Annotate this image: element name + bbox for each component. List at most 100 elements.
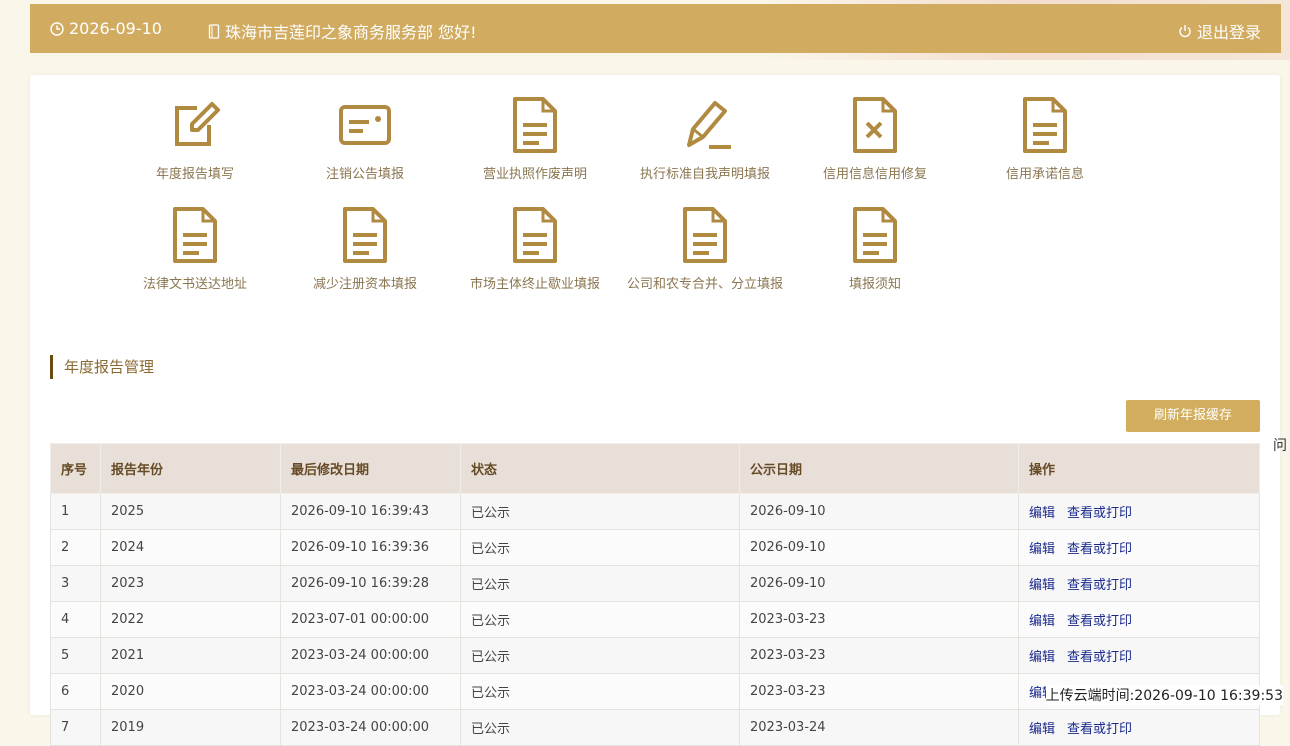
- document-icon: [110, 205, 280, 265]
- col-header: 公示日期: [739, 443, 1019, 494]
- clock-icon: [50, 21, 64, 36]
- quick-entry-10[interactable]: 公司和农专合并、分立填报: [620, 205, 790, 292]
- view-print-link[interactable]: 查看或打印: [1067, 614, 1132, 629]
- table-cell: 已公示: [460, 709, 740, 746]
- table-cell: 3: [50, 565, 101, 602]
- table-cell: 2022: [100, 601, 281, 638]
- view-print-link[interactable]: 查看或打印: [1067, 542, 1132, 557]
- table-cell: 2021: [100, 637, 281, 674]
- action-cell: 编辑查看或打印: [1018, 601, 1260, 638]
- quick-entry-4[interactable]: 执行标准自我声明填报: [620, 95, 790, 182]
- table-cell: 2: [50, 529, 101, 566]
- col-header: 状态: [460, 443, 740, 494]
- table-cell: 2023-03-24 00:00:00: [280, 709, 461, 746]
- section-title: 年度报告管理: [50, 355, 154, 379]
- quick-entry-label: 营业执照作废声明: [482, 167, 587, 182]
- quick-entry-6[interactable]: 信用承诺信息: [960, 95, 1130, 182]
- table-row: 4 2022 2023-07-01 00:00:00 已公示 2023-03-23 编辑查…: [50, 601, 1260, 638]
- document-icon: [960, 95, 1130, 155]
- edit-link[interactable]: 编辑: [1029, 542, 1055, 557]
- table-cell: 已公示: [460, 637, 740, 674]
- view-print-link[interactable]: 查看或打印: [1067, 506, 1132, 521]
- document-icon: [790, 205, 960, 265]
- logout-button[interactable]: 退出登录: [1178, 19, 1261, 43]
- table-cell: 2026-09-10 16:39:43: [280, 493, 461, 530]
- table-cell: 已公示: [460, 493, 740, 530]
- table-cell: 1: [50, 493, 101, 530]
- quick-entry-11[interactable]: 填报须知: [790, 205, 960, 292]
- view-print-link[interactable]: 查看或打印: [1067, 650, 1132, 665]
- quick-entry-9[interactable]: 市场主体终止歇业填报: [450, 205, 620, 292]
- logout-label: 退出登录: [1196, 23, 1261, 42]
- quick-entry-3[interactable]: 营业执照作废声明: [450, 95, 620, 182]
- table-header-row: 序号 报告年份 最后修改日期 状态 公示日期 操作: [50, 443, 1260, 494]
- edit-link[interactable]: 编辑: [1029, 614, 1055, 629]
- action-cell: 编辑查看或打印: [1018, 709, 1260, 746]
- current-date: 2026-09-10: [50, 19, 162, 38]
- view-print-link[interactable]: 查看或打印: [1067, 722, 1132, 737]
- table-cell: 2026-09-10 16:39:28: [280, 565, 461, 602]
- table-cell: 6: [50, 673, 101, 710]
- document-icon: [620, 205, 790, 265]
- col-header: 序号: [50, 443, 101, 494]
- stray-char: 问: [1273, 438, 1287, 454]
- document-icon: [450, 95, 620, 155]
- pencil-icon: [620, 95, 790, 155]
- quick-entry-label: 注销公告填报: [325, 167, 404, 182]
- table-cell: 2023-03-23: [739, 637, 1019, 674]
- power-icon: [1179, 25, 1191, 38]
- table-cell: 已公示: [460, 529, 740, 566]
- quick-entry-label: 信用信息信用修复: [822, 167, 927, 182]
- phone-icon: [208, 23, 220, 39]
- action-cell: 编辑查看或打印: [1018, 637, 1260, 674]
- col-header: 报告年份: [100, 443, 281, 494]
- table-cell: 2023-03-23: [739, 601, 1019, 638]
- table-cell: 2023-03-24 00:00:00: [280, 673, 461, 710]
- table-cell: 已公示: [460, 601, 740, 638]
- edit-icon: [110, 95, 280, 155]
- table-row: 7 2019 2023-03-24 00:00:00 已公示 2023-03-24 编辑查…: [50, 709, 1260, 746]
- quick-entry-2[interactable]: 注销公告填报: [280, 95, 450, 182]
- col-header: 最后修改日期: [280, 443, 461, 494]
- table-cell: 4: [50, 601, 101, 638]
- action-cell: 编辑查看或打印: [1018, 493, 1260, 530]
- table-cell: 7: [50, 709, 101, 746]
- table-cell: 2023-07-01 00:00:00: [280, 601, 461, 638]
- quick-entry-label: 信用承诺信息: [1005, 167, 1084, 182]
- upload-time: 上传云端时间:2026-09-10 16:39:53: [1045, 685, 1283, 705]
- quick-entry-5[interactable]: 信用信息信用修复: [790, 95, 960, 182]
- edit-link[interactable]: 编辑: [1029, 650, 1055, 665]
- table-cell: 已公示: [460, 565, 740, 602]
- table-cell: 2025: [100, 493, 281, 530]
- quick-entry-7[interactable]: 法律文书送达地址: [110, 205, 280, 292]
- table-cell: 2024: [100, 529, 281, 566]
- edit-link[interactable]: 编辑: [1029, 578, 1055, 593]
- table-cell: 2023-03-24 00:00:00: [280, 637, 461, 674]
- action-cell: 编辑查看或打印: [1018, 529, 1260, 566]
- top-bar: 2026-09-10 珠海市吉莲印之象商务服务部 您好! 退出登录: [30, 4, 1281, 53]
- view-print-link[interactable]: 查看或打印: [1067, 578, 1132, 593]
- quick-entry-1[interactable]: 年度报告填写: [110, 95, 280, 182]
- table-cell: 2023-03-23: [739, 673, 1019, 710]
- table-cell: 已公示: [460, 673, 740, 710]
- table-row: 5 2021 2023-03-24 00:00:00 已公示 2023-03-23 编辑查…: [50, 637, 1260, 674]
- greeting-text: 珠海市吉莲印之象商务服务部 您好!: [225, 23, 477, 42]
- table-cell: 2026-09-10: [739, 565, 1019, 602]
- quick-entry-label: 法律文书送达地址: [142, 277, 247, 292]
- greeting: 珠海市吉莲印之象商务服务部 您好!: [208, 19, 477, 43]
- col-header: 操作: [1018, 443, 1260, 494]
- quick-entry-8[interactable]: 减少注册资本填报: [280, 205, 450, 292]
- table-cell: 2023: [100, 565, 281, 602]
- table-row: 3 2023 2026-09-10 16:39:28 已公示 2026-09-10 编辑查…: [50, 565, 1260, 602]
- id-card-icon: [280, 95, 450, 155]
- quick-entry-label: 执行标准自我声明填报: [639, 167, 770, 182]
- quick-entry-label: 年度报告填写: [155, 167, 234, 182]
- quick-entry-label: 填报须知: [848, 277, 901, 292]
- table-row: 2 2024 2026-09-10 16:39:36 已公示 2026-09-10 编辑查…: [50, 529, 1260, 566]
- refresh-cache-button[interactable]: 刷新年报缓存: [1126, 400, 1260, 432]
- edit-link[interactable]: 编辑: [1029, 506, 1055, 521]
- table-cell: 2026-09-10 16:39:36: [280, 529, 461, 566]
- table-cell: 2026-09-10: [739, 529, 1019, 566]
- document-icon: [450, 205, 620, 265]
- edit-link[interactable]: 编辑: [1029, 722, 1055, 737]
